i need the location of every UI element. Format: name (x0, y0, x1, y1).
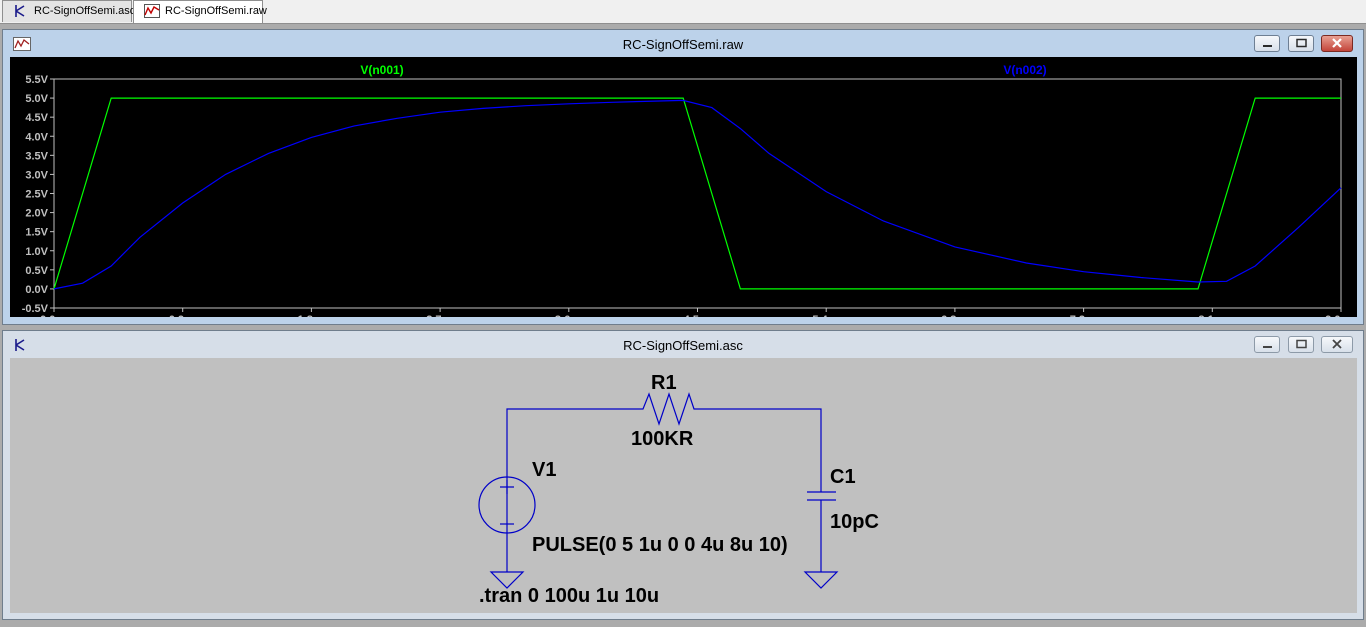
series-line-vn001 (53, 97, 1341, 290)
x-tick-label: 2.7µs (426, 314, 454, 317)
y-tick-label: 5.5V (25, 74, 48, 86)
schematic-icon (13, 4, 27, 25)
x-tick-label: 3.6µs (555, 314, 583, 317)
x-tick-label: 0.0µs (40, 314, 68, 317)
r1-ref-label: R1 (651, 372, 677, 394)
c1-ref-label: C1 (830, 466, 856, 488)
waveform-window-title: RC-SignOffSemi.raw (622, 37, 744, 52)
waveform-icon (144, 4, 160, 25)
x-tick-label: 7.2µs (1070, 314, 1098, 317)
document-tabstrip: RC-SignOffSemi.asc RC-SignOffSemi.raw (0, 0, 1366, 24)
y-tick-label: 0.0V (25, 284, 48, 296)
close-button[interactable] (1321, 35, 1353, 52)
legend-label: V(n002) (1003, 63, 1046, 77)
y-tick-label: 1.0V (25, 246, 48, 258)
waveform-plot[interactable]: 5.5V 5.0V 4.5V 4.0V 3.5V 3.0V 2.5V 2.0V 1.5V 1.0V… (10, 57, 1357, 326)
plus-icon (500, 480, 514, 494)
spice-directive[interactable]: .tran 0 100u 1u 10u (479, 585, 659, 607)
minimize-button[interactable] (1254, 336, 1280, 353)
schematic-canvas[interactable]: R1 100KR C1 10pC V1 PULSE(0 5 1u 0 0 4u … (10, 358, 1357, 613)
wire[interactable] (506, 408, 635, 533)
ground-symbol[interactable] (803, 571, 839, 589)
y-tick-label: 3.0V (25, 169, 48, 181)
waveform-chart[interactable]: 5.5V 5.0V 4.5V 4.0V 3.5V 3.0V 2.5V 2.0V 1.5V 1.0V… (10, 57, 1357, 326)
plot-frame (53, 78, 1342, 309)
y-tick-label: 2.0V (25, 208, 48, 220)
y-tick-label: 3.5V (25, 150, 48, 162)
restore-button[interactable] (1288, 35, 1314, 52)
y-tick-label: 5.0V (25, 93, 48, 105)
tab-waveform[interactable]: RC-SignOffSemi.raw (133, 0, 267, 25)
v1-ref-label: V1 (532, 459, 556, 481)
restore-button[interactable] (1288, 336, 1314, 353)
minimize-button[interactable] (1254, 35, 1280, 52)
tab-schematic-label: RC-SignOffSemi.asc (34, 5, 136, 17)
x-tick-label: 8.1µs (1198, 314, 1226, 317)
x-tick-label: 6.3µs (941, 314, 969, 317)
waveform-window[interactable]: RC-SignOffSemi.raw 5.5V 5.0V 4.5V 4.0V 3.5V 3… (2, 29, 1364, 326)
close-button[interactable] (1321, 336, 1353, 353)
x-tick-label: 9.0µs (1325, 314, 1353, 317)
resistor-r1[interactable] (635, 392, 699, 426)
schematic-window[interactable]: RC-SignOffSemi.asc R1 100KR C1 10pC V1 P… (2, 330, 1364, 620)
x-tick-label: 4.5µs (684, 314, 712, 317)
waveform-titlebar[interactable]: RC-SignOffSemi.raw (3, 30, 1363, 57)
y-tick-label: 4.5V (25, 112, 48, 124)
schematic-titlebar[interactable]: RC-SignOffSemi.asc (3, 331, 1363, 358)
schematic-window-title: RC-SignOffSemi.asc (623, 338, 743, 353)
y-tick-label: 2.5V (25, 189, 48, 201)
wire[interactable] (699, 408, 822, 492)
x-tick-label: 5.4µs (812, 314, 840, 317)
x-tick-label: 0.9µs (169, 314, 197, 317)
y-tick-label: 0.5V (25, 265, 48, 277)
schematic-drawing[interactable]: R1 100KR C1 10pC V1 PULSE(0 5 1u 0 0 4u … (10, 358, 1357, 613)
y-tick-label: 4.0V (25, 131, 48, 143)
y-tick-label: 1.5V (25, 227, 48, 239)
tab-waveform-label: RC-SignOffSemi.raw (165, 5, 267, 17)
tab-schematic[interactable]: RC-SignOffSemi.asc (2, 0, 136, 25)
r1-value-label: 100KR (631, 428, 694, 450)
legend-label: V(n001) (360, 63, 403, 77)
c1-value-label: 10pC (830, 511, 879, 533)
x-tick-label: 1.8µs (298, 314, 326, 317)
v1-value-label: PULSE(0 5 1u 0 0 4u 8u 10) (532, 534, 788, 556)
series-line-vn002 (53, 99, 1342, 290)
